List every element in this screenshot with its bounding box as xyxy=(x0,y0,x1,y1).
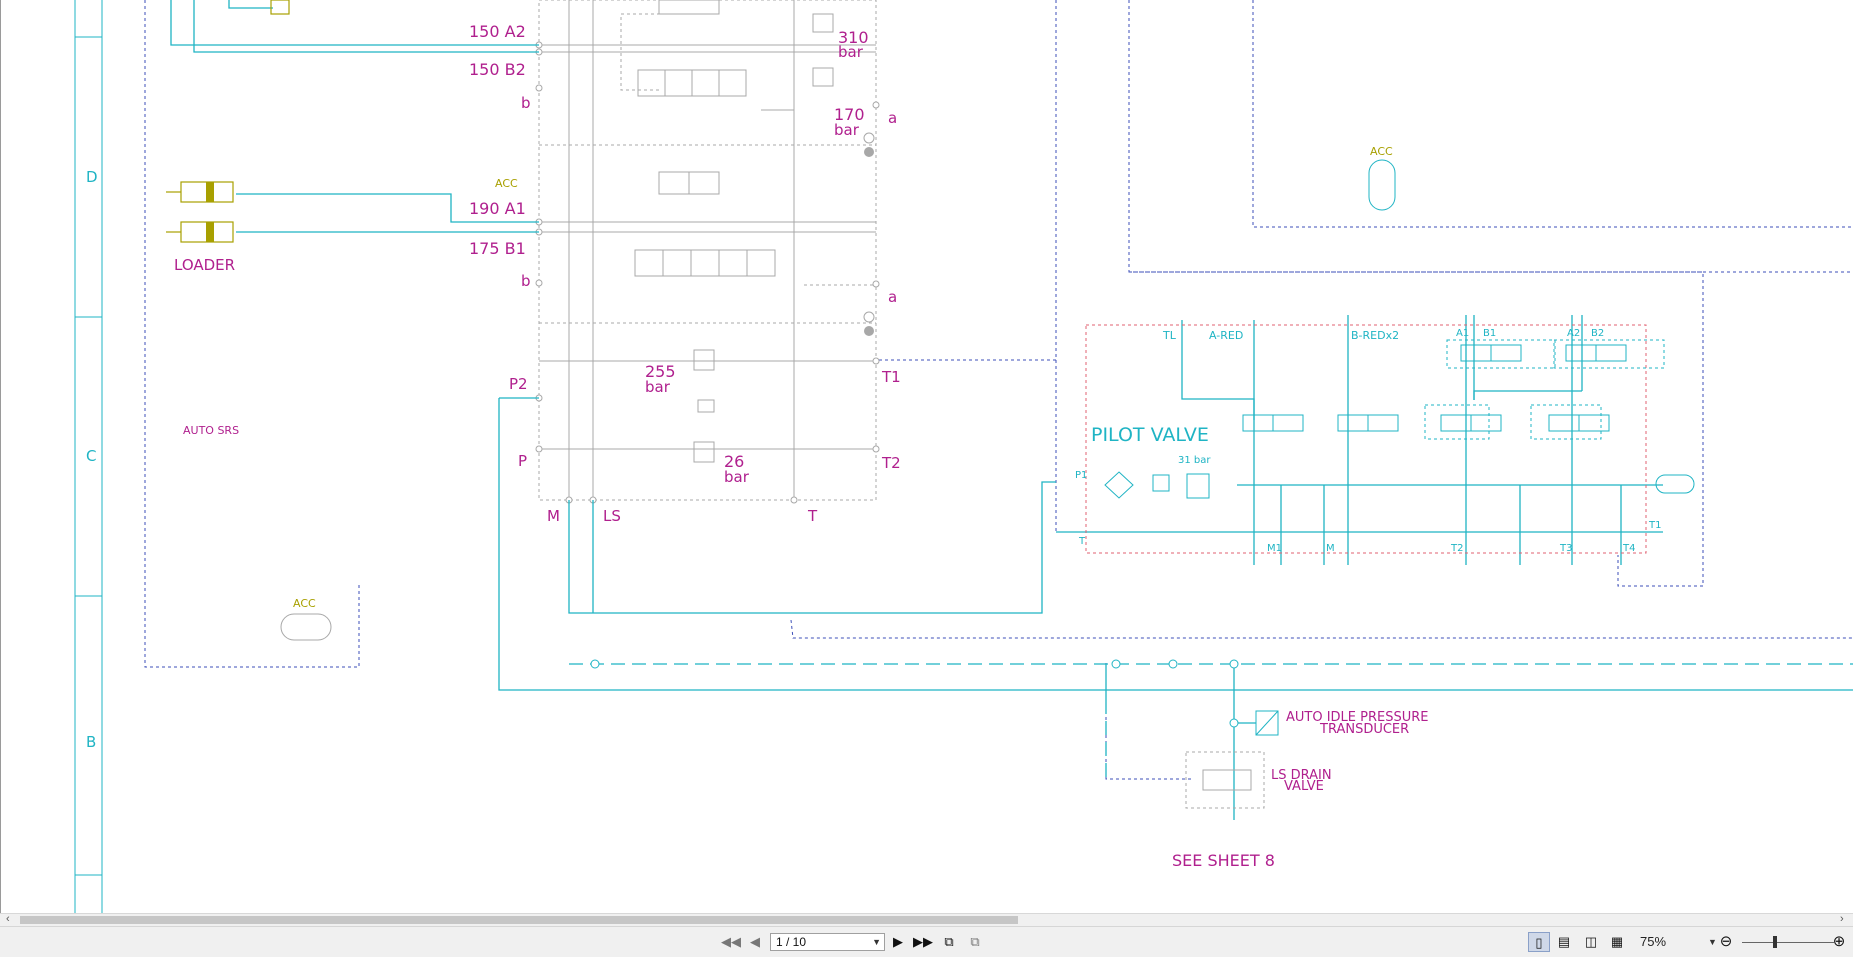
pilot-valve-spools xyxy=(1104,339,1695,499)
label-26-unit: bar xyxy=(724,468,750,486)
label-auto-srs: AUTO SRS xyxy=(183,424,239,437)
label-acc-bottom: ACC xyxy=(293,597,316,610)
dashed-boundaries xyxy=(144,0,1853,780)
label-port-b-mid: b xyxy=(521,272,531,290)
junction-node xyxy=(1111,659,1121,669)
label-t: T xyxy=(807,507,818,525)
label-pv-t3: T3 xyxy=(1559,543,1572,554)
label-pilot-valve: PILOT VALVE xyxy=(1091,424,1209,446)
scroll-left-icon[interactable]: ‹ xyxy=(6,913,10,925)
zone-label-d: D xyxy=(86,168,98,186)
valve-bank xyxy=(538,0,877,501)
label-pv-a1: A1 xyxy=(1456,328,1469,339)
previous-view-icon[interactable]: ⧉ xyxy=(938,932,960,952)
label-acc-right: ACC xyxy=(1370,145,1393,158)
page-indicator: 1 / 10 xyxy=(776,935,807,949)
continuous-view-icon[interactable]: ▤ xyxy=(1553,932,1575,952)
valve-bank-nodes xyxy=(535,41,880,504)
cylinder-piston xyxy=(206,222,214,242)
zoom-slider-track[interactable] xyxy=(1742,942,1834,943)
label-p2: P2 xyxy=(509,375,528,393)
zoom-value: 75% xyxy=(1640,934,1667,949)
cylinder-piston xyxy=(206,182,214,202)
label-port-a-mid: a xyxy=(888,288,897,306)
status-bar: ◀◀ ◀ 1 / 10 ▼ ▶ ▶▶ ⧉ ⧉ ▯ ▤ ◫ ▦ 75% ▼ ⊖ ⊕ xyxy=(0,926,1853,957)
label-ls: LS xyxy=(603,507,621,525)
label-a2: 150 A2 xyxy=(469,22,526,41)
junction-node xyxy=(1168,659,1178,669)
gauge-dot xyxy=(864,147,874,157)
label-pv-t1: T1 xyxy=(1648,520,1661,531)
label-pv-t4: T4 xyxy=(1622,543,1635,554)
label-pv-t: T xyxy=(1078,536,1086,547)
label-pv-a2: A2 xyxy=(1567,328,1580,339)
zone-label-c: C xyxy=(86,447,96,465)
label-170-unit: bar xyxy=(834,121,860,139)
label-acc-valve: ACC xyxy=(495,177,518,190)
label-m: M xyxy=(547,507,560,525)
previous-page-icon[interactable]: ◀ xyxy=(744,932,766,952)
junction-node xyxy=(1229,718,1239,728)
zoom-slider-thumb[interactable] xyxy=(1773,936,1777,948)
facing-view-icon[interactable]: ◫ xyxy=(1580,932,1602,952)
junction-node xyxy=(1229,659,1239,669)
next-page-icon[interactable]: ▶ xyxy=(887,932,909,952)
label-see-sheet: SEE SHEET 8 xyxy=(1172,851,1275,870)
ls-drain-valve-spool xyxy=(1202,769,1252,791)
label-pv-m: M xyxy=(1326,543,1335,554)
label-pv-31bar: 31 bar xyxy=(1178,455,1211,466)
label-b1: 175 B1 xyxy=(469,239,526,258)
schematic-drawing: D C B 150 A2 150 B2 310 bar 170 bar a b … xyxy=(74,0,1853,913)
zone-label-b: B xyxy=(86,733,96,751)
zoom-in-icon[interactable]: ⊕ xyxy=(1828,932,1850,952)
label-loader: LOADER xyxy=(174,256,235,274)
single-page-view-icon[interactable]: ▯ xyxy=(1528,932,1550,952)
horizontal-scrollbar[interactable]: ‹ › xyxy=(0,913,1853,926)
label-ls-drain-2: VALVE xyxy=(1284,779,1324,794)
label-b2: 150 B2 xyxy=(469,60,526,79)
chevron-down-icon: ▼ xyxy=(872,937,881,947)
loader-cylinders xyxy=(166,0,290,243)
zoom-out-icon[interactable]: ⊖ xyxy=(1715,932,1737,952)
label-pv-b2: B2 xyxy=(1591,328,1604,339)
label-port-a-top: a xyxy=(888,109,897,127)
label-auto-idle-2: TRANSDUCER xyxy=(1319,722,1409,737)
label-p: P xyxy=(518,452,527,470)
label-tl: TL xyxy=(1162,329,1177,342)
label-pv-b1: B1 xyxy=(1483,328,1496,339)
label-255-unit: bar xyxy=(645,378,671,396)
document-viewport[interactable]: D C B 150 A2 150 B2 310 bar 170 bar a b … xyxy=(0,0,1853,913)
label-port-b-top: b xyxy=(521,94,531,112)
label-310-unit: bar xyxy=(838,43,864,61)
pressure-transducer-diagonal xyxy=(1255,710,1279,736)
label-a-red: A-RED xyxy=(1209,329,1243,342)
first-page-icon[interactable]: ◀◀ xyxy=(720,932,742,952)
label-pv-p1: P1 xyxy=(1075,470,1087,481)
next-view-icon[interactable]: ⧉ xyxy=(964,932,986,952)
label-a1: 190 A1 xyxy=(469,199,526,218)
label-t2: T2 xyxy=(881,454,901,472)
zoom-level[interactable]: 75% ▼ xyxy=(1640,933,1717,951)
scroll-right-icon[interactable]: › xyxy=(1840,913,1844,925)
page-selector[interactable]: 1 / 10 ▼ xyxy=(770,933,885,951)
label-pv-m1: M1 xyxy=(1267,543,1282,554)
label-b-red: B-REDx2 xyxy=(1351,329,1399,342)
ls-drain-valve-box xyxy=(1185,751,1265,809)
last-page-icon[interactable]: ▶▶ xyxy=(912,932,934,952)
label-t1: T1 xyxy=(881,368,901,386)
continuous-facing-view-icon[interactable]: ▦ xyxy=(1606,932,1628,952)
gauge-dot xyxy=(864,326,874,336)
scrollbar-thumb[interactable] xyxy=(20,916,1018,924)
label-pv-t2: T2 xyxy=(1450,543,1463,554)
junction-node xyxy=(590,659,600,669)
